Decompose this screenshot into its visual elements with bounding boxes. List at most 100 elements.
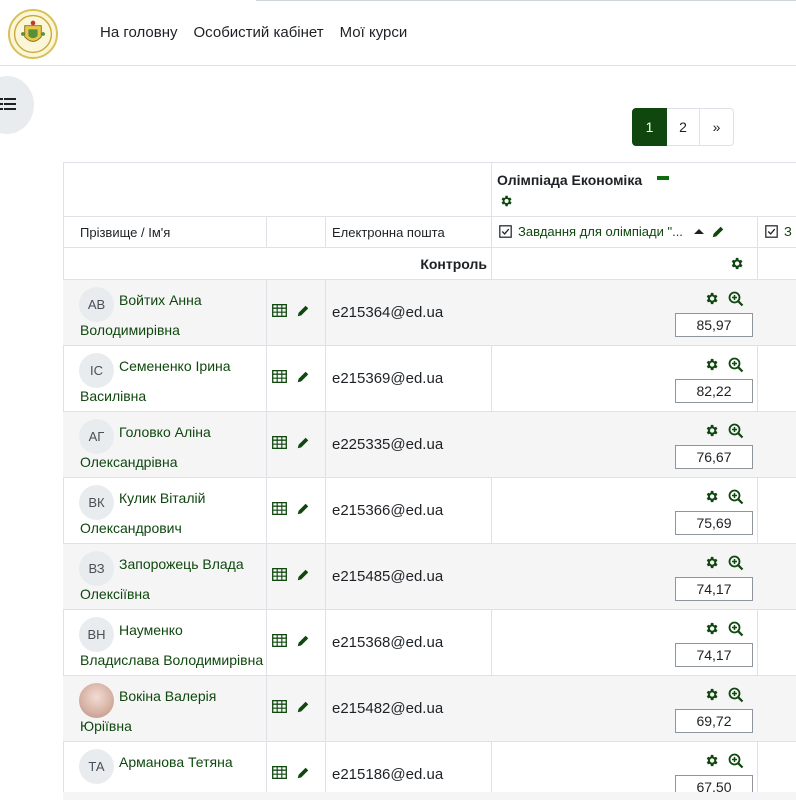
table-icon[interactable] (272, 502, 287, 515)
nav-courses-link[interactable]: Мої курси (340, 24, 408, 41)
gear-icon[interactable] (704, 621, 719, 636)
zoom-in-icon[interactable] (728, 291, 744, 307)
gear-icon[interactable] (704, 489, 719, 504)
pencil-icon[interactable] (296, 502, 310, 516)
student-name-link[interactable]: Кулик Віталій (119, 490, 205, 506)
table-row: Вокіна Валерія Юріївна e215482@ed.ua 69,72 (63, 676, 796, 742)
table-icon[interactable] (272, 304, 287, 317)
avatar[interactable]: ІС (79, 353, 114, 388)
student-name-continued[interactable]: Олександрівна (80, 454, 178, 470)
avatar[interactable]: ВН (79, 617, 114, 652)
student-name-continued[interactable]: Василівна (80, 388, 146, 404)
category-title[interactable]: Олімпіада Економіка (497, 172, 642, 188)
student-name-link[interactable]: Запорожець Влада (119, 556, 244, 572)
column-header-name[interactable]: Прізвище / Ім'я (80, 225, 170, 240)
student-name-continued[interactable]: Владислава Володимирівна (80, 652, 263, 668)
pencil-icon[interactable] (296, 700, 310, 714)
student-name-link[interactable]: Арманова Тетяна (119, 754, 233, 770)
grade-input[interactable]: 75,69 (675, 511, 753, 535)
student-email: e215366@ed.ua (332, 502, 444, 519)
collapse-category-icon[interactable] (657, 176, 669, 180)
gear-icon[interactable] (729, 256, 744, 271)
column-divider (325, 610, 326, 676)
student-name-link[interactable]: Головко Аліна (119, 424, 211, 440)
pencil-icon[interactable] (296, 436, 310, 450)
table-icon[interactable] (272, 436, 287, 449)
column-divider (325, 478, 326, 544)
pencil-icon[interactable] (296, 766, 310, 780)
control-row-label: Контроль (420, 256, 487, 272)
column-divider (266, 610, 267, 676)
column-header-task[interactable]: Завдання для олімпіади "... (499, 224, 725, 239)
pencil-icon[interactable] (296, 370, 310, 384)
gear-icon[interactable] (704, 423, 719, 438)
gear-icon[interactable] (704, 357, 719, 372)
grade-input[interactable]: 74,17 (675, 577, 753, 601)
nav-home-link[interactable]: На головну (100, 24, 178, 41)
grade-input[interactable]: 85,97 (675, 313, 753, 337)
gear-icon[interactable] (704, 555, 719, 570)
page-1-button[interactable]: 1 (632, 108, 667, 146)
zoom-in-icon[interactable] (728, 621, 744, 637)
grade-input[interactable]: 69,72 (675, 709, 753, 733)
column-divider (266, 478, 267, 544)
page-2-button[interactable]: 2 (667, 108, 700, 146)
avatar[interactable]: АВ (79, 287, 114, 322)
student-name-continued[interactable]: Олексіївна (80, 586, 150, 602)
pencil-icon[interactable] (296, 568, 310, 582)
student-name-continued[interactable]: Олександрович (80, 520, 182, 536)
student-name-link[interactable]: Науменко (119, 622, 183, 638)
column-header-email[interactable]: Електронна пошта (332, 225, 445, 240)
zoom-in-icon[interactable] (728, 423, 744, 439)
table-icon[interactable] (272, 370, 287, 383)
gear-icon[interactable] (704, 687, 719, 702)
pencil-icon[interactable] (711, 225, 725, 239)
student-name-continued[interactable]: Юріївна (80, 718, 132, 734)
course-index-toggle-button[interactable] (0, 76, 34, 134)
zoom-in-icon[interactable] (728, 555, 744, 571)
column-divider (266, 280, 267, 346)
grade-input[interactable]: 74,17 (675, 643, 753, 667)
student-name-continued[interactable]: Володимирівна (80, 322, 180, 338)
grade-input[interactable]: 76,67 (675, 445, 753, 469)
gear-icon[interactable] (499, 194, 513, 208)
table-row: АВ Войтих Анна Володимирівна e215364@ed.ua 8… (63, 280, 796, 346)
top-border-line (256, 0, 796, 3)
student-email: e215364@ed.ua (332, 304, 444, 321)
column-divider (266, 676, 267, 742)
gear-icon[interactable] (704, 753, 719, 768)
next-task-column-label: З (784, 224, 792, 239)
avatar[interactable] (79, 683, 114, 718)
student-email: e215186@ed.ua (332, 766, 444, 783)
list-icon (0, 98, 16, 110)
avatar[interactable]: АГ (79, 419, 114, 454)
zoom-in-icon[interactable] (728, 753, 744, 769)
avatar-initials: АВ (87, 297, 106, 312)
zoom-in-icon[interactable] (728, 357, 744, 373)
checkbox-icon (765, 225, 778, 238)
table-icon[interactable] (272, 634, 287, 647)
student-name-link[interactable]: Вокіна Валерія (119, 688, 216, 704)
gear-icon[interactable] (704, 291, 719, 306)
table-row: ІС Семененко Ірина Василівна e215369@ed.ua 8… (63, 346, 796, 412)
avatar-initials: ВН (87, 627, 106, 642)
table-icon[interactable] (272, 700, 287, 713)
column-header-next-task[interactable]: З (765, 224, 792, 239)
zoom-in-icon[interactable] (728, 687, 744, 703)
table-icon[interactable] (272, 766, 287, 779)
avatar[interactable]: ТА (79, 749, 114, 784)
next-page-button[interactable]: » (700, 108, 734, 146)
pencil-icon[interactable] (296, 634, 310, 648)
zoom-in-icon[interactable] (728, 489, 744, 505)
student-name-link[interactable]: Войтих Анна (119, 292, 202, 308)
avatar[interactable]: ВК (79, 485, 114, 520)
grade-input[interactable]: 82,22 (675, 379, 753, 403)
table-icon[interactable] (272, 568, 287, 581)
avatar[interactable]: ВЗ (79, 551, 114, 586)
site-logo[interactable] (8, 9, 58, 59)
pencil-icon[interactable] (296, 304, 310, 318)
sort-up-icon[interactable] (693, 227, 705, 237)
student-name-link[interactable]: Семененко Ірина (119, 358, 231, 374)
nav-cabinet-link[interactable]: Особистий кабінет (194, 24, 324, 41)
row-actions (272, 502, 310, 516)
